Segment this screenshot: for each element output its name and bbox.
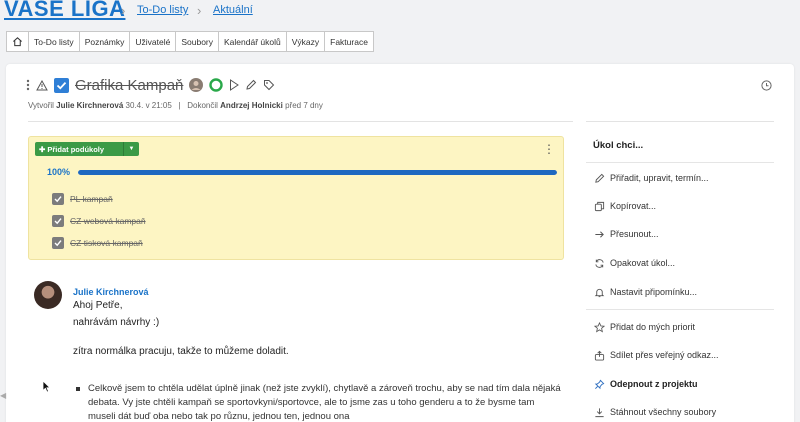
arrow-right-icon — [593, 229, 605, 240]
action-label: Nastavit připomínku... — [610, 287, 698, 297]
action-add-priority[interactable]: Přidat do mých priorit — [593, 320, 695, 334]
action-label: Stáhnout všechny soubory — [610, 407, 717, 417]
meta-created-by: Julie Kirchnerová — [56, 101, 124, 110]
action-assign-edit[interactable]: Přiřadit, upravit, termín... — [593, 171, 709, 185]
logo-link[interactable]: VAŠE LIGA — [4, 0, 125, 22]
action-label: Přiřadit, upravit, termín... — [610, 173, 709, 183]
action-label: Kopírovat... — [610, 201, 657, 211]
assignee-avatar[interactable] — [189, 78, 204, 92]
status-circle-icon[interactable] — [209, 78, 224, 92]
subtask-label[interactable]: PL kampaň — [70, 194, 113, 204]
repeat-icon — [593, 258, 605, 269]
meta-done-prefix: Dokončil — [187, 101, 218, 110]
tag-icon[interactable] — [263, 79, 275, 91]
bullet-marker — [76, 387, 80, 391]
share-icon — [593, 350, 605, 361]
mouse-cursor-icon — [42, 380, 51, 398]
action-label: Odepnout z projektu — [610, 379, 698, 389]
task-done-checkbox[interactable] — [54, 77, 69, 93]
chevron-down-icon[interactable]: ▼ — [123, 142, 139, 156]
subtask-item: CZ tisková kampaň — [52, 236, 143, 249]
action-share-link[interactable]: Sdílet přes veřejný odkaz... — [593, 348, 719, 362]
tab-files[interactable]: Soubory — [175, 31, 220, 52]
meta-created-prefix: Vytvořil — [28, 101, 54, 110]
subtask-item: CZ webová kampaň — [52, 214, 146, 227]
home-icon — [13, 37, 22, 47]
action-download-files[interactable]: Stáhnout všechny soubory — [593, 405, 716, 419]
task-header: Grafika Kampaň — [26, 75, 281, 95]
breadcrumb-todo-lists[interactable]: To-Do listy — [137, 4, 188, 16]
add-subtasks-text: Přidat podúkoly — [47, 144, 105, 154]
warning-icon[interactable] — [36, 79, 48, 91]
chevron-left-icon[interactable]: ◀ — [0, 391, 6, 400]
subtask-label[interactable]: CZ tisková kampaň — [70, 238, 143, 248]
task-meta: Vytvořil Julie Kirchnerová 30.4. v 21:05… — [28, 101, 323, 110]
divider — [586, 121, 774, 122]
tab-invoicing[interactable]: Fakturace — [324, 31, 374, 52]
action-label: Přidat do mých priorit — [610, 322, 696, 332]
star-icon — [593, 321, 605, 333]
subtasks-menu-icon[interactable]: ⋮ — [543, 143, 555, 155]
action-reminder[interactable]: Nastavit připomínku... — [593, 285, 697, 299]
divider — [586, 162, 774, 163]
breadcrumb-current[interactable]: Aktuální — [213, 4, 253, 16]
meta-done-by: Andrzej Holnicki — [220, 101, 283, 110]
copy-icon — [593, 201, 605, 212]
tab-task-calendar[interactable]: Kalendář úkolů — [218, 31, 287, 52]
comment-author[interactable]: Julie Kirchnerová — [73, 287, 149, 297]
tab-notes[interactable]: Poznámky — [78, 31, 131, 52]
action-label: Sdílet přes veřejný odkaz... — [610, 350, 719, 360]
comment-author-avatar[interactable] — [34, 281, 62, 309]
nav-tabs: To-Do listy Poznámky Uživatelé Soubory K… — [6, 31, 374, 52]
progress-bar-fill — [78, 170, 557, 175]
bell-icon — [593, 287, 605, 298]
subtask-checkbox[interactable] — [52, 192, 64, 205]
meta-created-at: 30.4. v 21:05 — [125, 101, 172, 110]
actions-title: Úkol chci... — [593, 140, 644, 151]
pencil-icon — [593, 173, 605, 184]
comment-line: nahrávám návrhy :) — [73, 317, 160, 328]
progress-bar — [78, 170, 557, 175]
breadcrumb-separator: › — [121, 3, 126, 18]
tab-todo-lists[interactable]: To-Do listy — [28, 31, 80, 52]
divider — [586, 309, 774, 310]
action-label: Opakovat úkol... — [610, 258, 676, 268]
subtask-item: PL kampaň — [52, 192, 113, 205]
action-move[interactable]: Přesunout... — [593, 227, 659, 241]
comment-line: Ahoj Petře, — [73, 300, 123, 311]
comment-line: zítra normálka pracuju, takže to můžeme … — [73, 346, 289, 357]
task-title[interactable]: Grafika Kampaň — [75, 77, 183, 94]
pin-icon — [593, 379, 605, 390]
meta-done-at: před 7 dny — [285, 101, 323, 110]
action-label: Přesunout... — [610, 229, 659, 239]
add-subtasks-label: ✚ Přidat podúkoly — [35, 145, 123, 154]
tab-home[interactable] — [6, 31, 29, 52]
add-subtasks-button[interactable]: ✚ Přidat podúkoly ▼ — [35, 142, 139, 156]
clock-icon[interactable] — [761, 78, 772, 96]
action-copy[interactable]: Kopírovat... — [593, 199, 656, 213]
breadcrumb-separator: › — [197, 3, 202, 18]
drag-handle-icon[interactable] — [26, 79, 30, 91]
action-unpin-project[interactable]: Odepnout z projektu — [593, 377, 698, 391]
subtask-checkbox[interactable] — [52, 214, 64, 227]
divider — [28, 121, 573, 122]
tab-reports[interactable]: Výkazy — [285, 31, 326, 52]
action-repeat[interactable]: Opakovat úkol... — [593, 256, 675, 270]
download-icon — [593, 407, 605, 418]
comment-bullet-text: Celkově jsem to chtěla udělat úplně jina… — [88, 383, 561, 422]
meta-separator: | — [178, 101, 181, 110]
edit-pencil-icon[interactable] — [245, 79, 257, 91]
progress-label: 100% — [47, 167, 71, 177]
subtask-checkbox[interactable] — [52, 236, 64, 249]
play-icon[interactable] — [229, 79, 240, 91]
tab-users[interactable]: Uživatelé — [129, 31, 177, 52]
subtask-label[interactable]: CZ webová kampaň — [70, 216, 146, 226]
